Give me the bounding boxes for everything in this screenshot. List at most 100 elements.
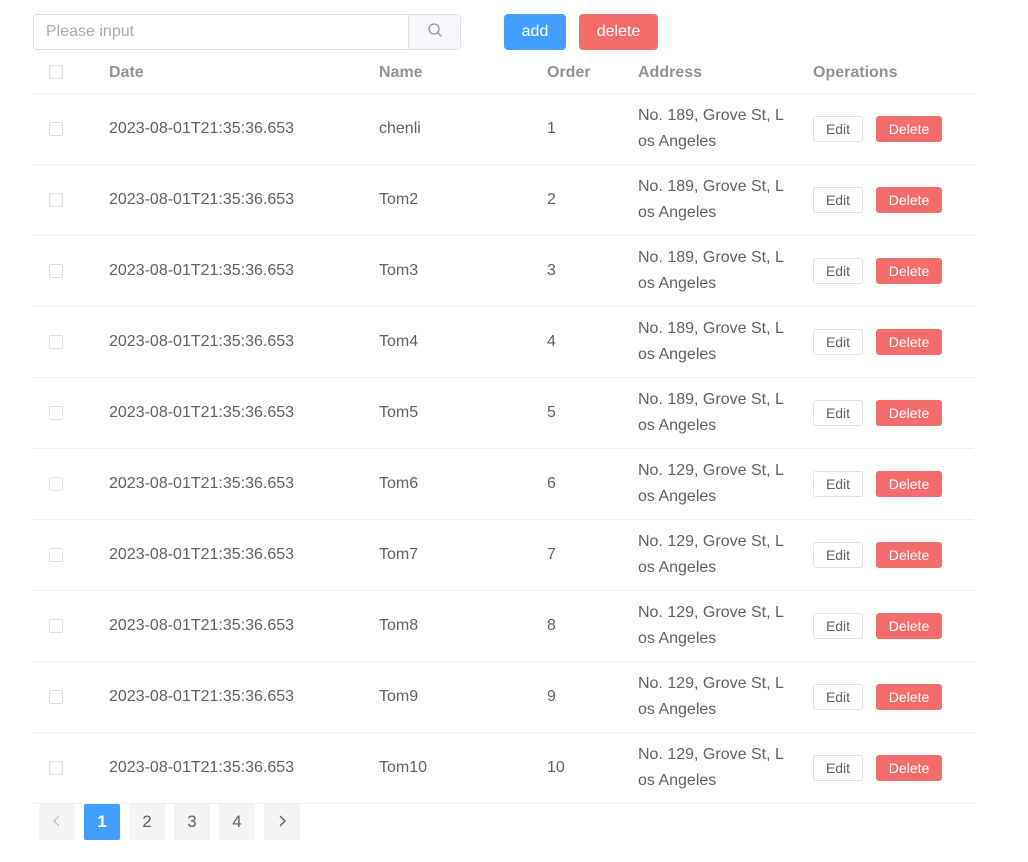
page-3-button[interactable]: 3	[174, 804, 210, 840]
row-checkbox[interactable]	[49, 476, 63, 491]
cell-operations: Edit Delete	[813, 164, 974, 236]
search-box	[33, 14, 461, 50]
cell-address: No. 189, Grove St, Los Angeles	[638, 93, 813, 165]
cell-date: 2023-08-01T21:35:36.653	[109, 661, 379, 733]
delete-button[interactable]: Delete	[876, 542, 942, 568]
delete-button[interactable]: Delete	[876, 755, 942, 781]
edit-button[interactable]: Edit	[813, 400, 863, 426]
delete-button[interactable]: Delete	[876, 258, 942, 284]
delete-button[interactable]: Delete	[876, 400, 942, 426]
page-1-button[interactable]: 1	[84, 804, 120, 840]
cell-order: 10	[547, 732, 638, 804]
data-table: Date Name Order Address Operations 2023-…	[33, 52, 974, 804]
row-checkbox[interactable]	[49, 405, 63, 420]
table-header-row: Date Name Order Address Operations	[33, 52, 974, 94]
cell-date: 2023-08-01T21:35:36.653	[109, 235, 379, 307]
chevron-left-icon	[52, 812, 62, 832]
row-select-cell	[33, 377, 109, 449]
cell-address: No. 129, Grove St, Los Angeles	[638, 448, 813, 520]
cell-operations: Edit Delete	[813, 448, 974, 520]
row-select-cell	[33, 661, 109, 733]
edit-button[interactable]: Edit	[813, 258, 863, 284]
cell-date: 2023-08-01T21:35:36.653	[109, 519, 379, 591]
next-page-button[interactable]	[264, 804, 300, 840]
table-row: 2023-08-01T21:35:36.653 Tom6 6 No. 129, Gro…	[33, 448, 974, 520]
cell-order: 9	[547, 661, 638, 733]
select-all-cell	[33, 52, 109, 94]
cell-order: 4	[547, 306, 638, 378]
pagination: 1 2 3 4	[39, 804, 309, 840]
table-row: 2023-08-01T21:35:36.653 Tom3 3 No. 189, Gro…	[33, 235, 974, 307]
cell-operations: Edit Delete	[813, 661, 974, 733]
cell-operations: Edit Delete	[813, 306, 974, 378]
add-button[interactable]: add	[504, 14, 566, 50]
row-select-cell	[33, 93, 109, 165]
edit-button[interactable]: Edit	[813, 684, 863, 710]
cell-order: 8	[547, 590, 638, 662]
cell-operations: Edit Delete	[813, 235, 974, 307]
table-body: 2023-08-01T21:35:36.653 chenli 1 No. 189, G…	[33, 93, 974, 804]
column-header-date: Date	[109, 52, 379, 94]
table-row: 2023-08-01T21:35:36.653 Tom9 9 No. 129, Gro…	[33, 661, 974, 733]
delete-button[interactable]: Delete	[876, 684, 942, 710]
row-checkbox[interactable]	[49, 689, 63, 704]
table-row: 2023-08-01T21:35:36.653 Tom4 4 No. 189, Gro…	[33, 306, 974, 378]
cell-order: 5	[547, 377, 638, 449]
cell-date: 2023-08-01T21:35:36.653	[109, 448, 379, 520]
edit-button[interactable]: Edit	[813, 187, 863, 213]
row-checkbox[interactable]	[49, 334, 63, 349]
edit-button[interactable]: Edit	[813, 613, 863, 639]
cell-name: Tom6	[379, 448, 547, 520]
delete-button[interactable]: Delete	[876, 329, 942, 355]
cell-name: Tom10	[379, 732, 547, 804]
row-select-cell	[33, 519, 109, 591]
row-checkbox[interactable]	[49, 121, 63, 136]
edit-button[interactable]: Edit	[813, 329, 863, 355]
prev-page-button[interactable]	[39, 804, 75, 840]
cell-name: Tom9	[379, 661, 547, 733]
toolbar: add delete	[33, 14, 733, 50]
row-checkbox[interactable]	[49, 192, 63, 207]
bulk-delete-button[interactable]: delete	[579, 14, 658, 50]
delete-button[interactable]: Delete	[876, 116, 942, 142]
edit-button[interactable]: Edit	[813, 755, 863, 781]
row-checkbox[interactable]	[49, 547, 63, 562]
table-row: 2023-08-01T21:35:36.653 Tom8 8 No. 129, Gro…	[33, 590, 974, 662]
cell-operations: Edit Delete	[813, 590, 974, 662]
edit-button[interactable]: Edit	[813, 542, 863, 568]
cell-operations: Edit Delete	[813, 519, 974, 591]
delete-button[interactable]: Delete	[876, 613, 942, 639]
cell-operations: Edit Delete	[813, 732, 974, 804]
cell-date: 2023-08-01T21:35:36.653	[109, 590, 379, 662]
edit-button[interactable]: Edit	[813, 471, 863, 497]
edit-button[interactable]: Edit	[813, 116, 863, 142]
table-row: 2023-08-01T21:35:36.653 Tom2 2 No. 189, Gro…	[33, 164, 974, 236]
row-select-cell	[33, 306, 109, 378]
search-input[interactable]	[34, 15, 408, 49]
cell-address: No. 129, Grove St, Los Angeles	[638, 732, 813, 804]
cell-date: 2023-08-01T21:35:36.653	[109, 377, 379, 449]
row-checkbox[interactable]	[49, 263, 63, 278]
row-checkbox[interactable]	[49, 760, 63, 775]
row-select-cell	[33, 732, 109, 804]
search-button[interactable]	[408, 15, 460, 49]
delete-button[interactable]: Delete	[876, 187, 942, 213]
cell-name: Tom8	[379, 590, 547, 662]
cell-name: Tom7	[379, 519, 547, 591]
cell-address: No. 129, Grove St, Los Angeles	[638, 661, 813, 733]
cell-order: 6	[547, 448, 638, 520]
row-checkbox[interactable]	[49, 618, 63, 633]
search-icon	[427, 22, 443, 43]
column-header-name: Name	[379, 52, 547, 94]
page-2-button[interactable]: 2	[129, 804, 165, 840]
cell-order: 1	[547, 93, 638, 165]
chevron-right-icon	[277, 812, 287, 832]
page-4-button[interactable]: 4	[219, 804, 255, 840]
delete-button[interactable]: Delete	[876, 471, 942, 497]
cell-date: 2023-08-01T21:35:36.653	[109, 732, 379, 804]
column-header-address: Address	[638, 52, 813, 94]
cell-date: 2023-08-01T21:35:36.653	[109, 164, 379, 236]
cell-name: Tom4	[379, 306, 547, 378]
cell-name: Tom2	[379, 164, 547, 236]
select-all-checkbox[interactable]	[49, 65, 63, 80]
